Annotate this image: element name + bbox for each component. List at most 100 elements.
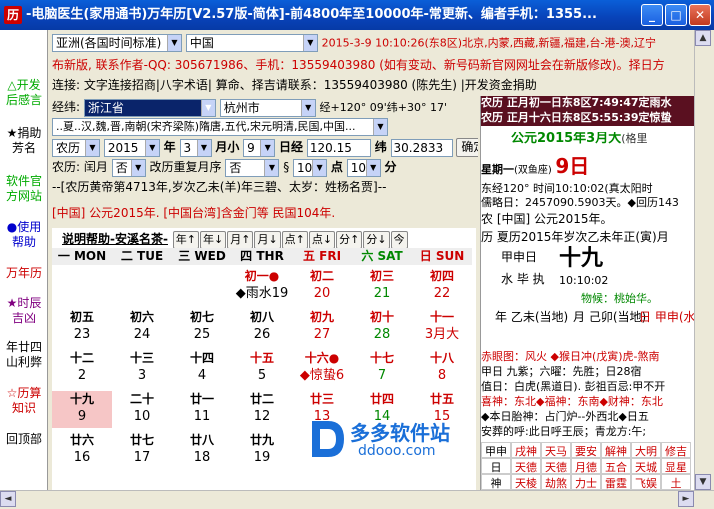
hour-select[interactable]: 10 ▼ <box>293 158 328 177</box>
calendar-day[interactable]: 初二 20 <box>292 268 352 305</box>
province-select[interactable]: 浙江省 ▼ <box>83 98 216 117</box>
day-select[interactable]: 9 ▼ <box>243 138 276 157</box>
calendar-day[interactable]: 廿八 18 <box>172 432 232 469</box>
weekday-header: 一 MON <box>52 248 112 265</box>
title-bar: 历 -电脑医生(家用通书)万年历[V2.57版-简体]-前4800年至10000… <box>0 0 714 30</box>
country-select[interactable]: 中国 ▼ <box>185 34 318 52</box>
contact-line[interactable]: 连接: 文字连接招商|八字术语| 算命、择吉请联系：13559403980 (陈… <box>52 76 692 92</box>
lunar-day: 初七 <box>189 310 214 324</box>
nav-24-mountains[interactable]: 年廿四山利弊 <box>2 340 46 370</box>
nav-donors[interactable]: ★捐助芳名 <box>2 126 46 156</box>
calendar-day[interactable]: 廿二 12 <box>232 391 292 428</box>
calendar-day[interactable]: 初三 21 <box>352 268 412 305</box>
julian-line: 儒略日：2457090.5903天。◆回历143 <box>481 196 679 209</box>
nav-btn-4[interactable]: 点↑ <box>281 230 308 248</box>
calendar-day[interactable]: 十八 8 <box>412 350 472 387</box>
calendar-day[interactable]: 十五 5 <box>232 350 292 387</box>
calendar-day[interactable]: 初十 28 <box>352 309 412 346</box>
nav-btn-3[interactable]: 月↓ <box>254 230 281 248</box>
longitude-input[interactable]: 120.15 <box>306 138 371 157</box>
current-time: 2015-3-9 10:10:26(东8区)北京,内蒙,西藏,新疆,福建,台-港… <box>321 36 656 50</box>
shensha-cell: 大明 <box>631 442 661 458</box>
calendar-day[interactable]: 十七 7 <box>352 350 412 387</box>
city-select[interactable]: 杭州市 ▼ <box>219 98 316 117</box>
nav-btn-7[interactable]: 分↓ <box>363 230 390 248</box>
maximize-button[interactable]: □ <box>665 4 687 26</box>
year-label: 年 <box>163 140 176 154</box>
calendar-day[interactable]: 初一● ◆雨水19 <box>232 268 292 305</box>
confirm-button[interactable]: 确定 <box>456 138 478 157</box>
chevron-down-icon: ▼ <box>312 159 327 176</box>
weekday-header: 三 WED <box>172 248 232 265</box>
calendar-day[interactable]: 十九 9 <box>52 391 112 428</box>
nav-top[interactable]: 回顶部 <box>2 432 46 447</box>
info-line-1: 赤眼图：风火 ◆猴日冲(戊寅)虎-煞南 <box>481 350 660 363</box>
nav-website[interactable]: 软件官方网站 <box>2 174 46 204</box>
calendar-day[interactable]: 廿九 19 <box>232 432 292 469</box>
calendar-day[interactable]: 初六 24 <box>112 309 172 346</box>
calendar-day[interactable]: 二十 10 <box>112 391 172 428</box>
solar-day: 25 <box>193 327 211 342</box>
calendar-day[interactable]: 廿七 17 <box>112 432 172 469</box>
scroll-up-icon[interactable]: ▲ <box>695 30 711 46</box>
calendar-day[interactable]: 初九 27 <box>292 309 352 346</box>
repeat-month-select[interactable]: 否 ▼ <box>225 158 280 177</box>
calendar-day[interactable]: 廿六 16 <box>52 432 112 469</box>
horizontal-scrollbar[interactable]: ◄ ► <box>0 490 714 507</box>
shensha-cell: 天棱 <box>511 474 541 490</box>
nav-btn-0[interactable]: 年↑ <box>172 230 200 248</box>
nav-hour-luck[interactable]: ★时辰吉凶 <box>2 296 46 326</box>
minute-select[interactable]: 10 ▼ <box>346 158 381 177</box>
calendar-day[interactable]: 廿一 11 <box>172 391 232 428</box>
nav-calendar[interactable]: 万年历 <box>2 266 46 281</box>
calendar-day[interactable]: 十三 3 <box>112 350 172 387</box>
info-line-3: 值日：白虎(黑道日). 彭祖百忌:甲不开 <box>481 380 666 393</box>
timezone-select[interactable]: 亚洲(各国时间标准) ▼ <box>52 34 182 52</box>
calendar-day[interactable]: 十一 3月大 <box>412 309 472 346</box>
dynasty-select[interactable]: ..夏..汉,魏,晋,南朝(宋齐梁陈)隋唐,五代,宋元明清,民国,中国... ▼ <box>52 118 388 136</box>
minimize-button[interactable]: _ <box>641 4 663 26</box>
lunar-day: 初十 <box>369 310 394 324</box>
timezone-row: 亚洲(各国时间标准) ▼ 中国 ▼ 2015-3-9 10:10:26(东8区)北京… <box>52 34 692 54</box>
nav-btn-1[interactable]: 年↓ <box>200 230 227 248</box>
calendar-day[interactable]: 十二 2 <box>52 350 112 387</box>
nav-help[interactable]: ●使用帮助 <box>2 220 46 250</box>
scroll-left-icon[interactable]: ◄ <box>0 491 16 507</box>
leap-label: 闰月 <box>83 160 108 174</box>
year-select[interactable]: 2015 ▼ <box>103 138 160 157</box>
calendar-day[interactable]: 十四 4 <box>172 350 232 387</box>
dongjing-line: 东经120° 时间10:10:02(真太阳时 <box>481 182 653 195</box>
nav-btn-5[interactable]: 点↓ <box>308 230 336 248</box>
solar-day: 19 <box>253 450 271 465</box>
vertical-scrollbar[interactable]: ▲ ▼ <box>694 30 712 496</box>
lunar-day: 初二 <box>309 269 334 283</box>
leap-select[interactable]: 否 ▼ <box>111 158 146 177</box>
month-select[interactable]: 3 ▼ <box>179 138 212 157</box>
nav-btn-2[interactable]: 月↑ <box>227 230 254 248</box>
calendar-type-select[interactable]: 农历 ▼ <box>52 138 100 157</box>
calendar-day[interactable]: 初四 22 <box>412 268 472 305</box>
solar-day: 3 <box>137 368 147 383</box>
app-window: 历 -电脑医生(家用通书)万年历[V2.57版-简体]-前4800年至10000… <box>0 0 714 509</box>
nav-after-dev[interactable]: △开发后感言 <box>2 78 46 108</box>
repeat-month-label: 改历重复月序 <box>149 160 222 174</box>
shensha-cell: 戌神 <box>511 442 541 458</box>
date-row: 农历 ▼ 2015 ▼ 年 3 ▼ 月小 9 ▼ 日经 120.15 纬 30.2833… <box>52 138 478 158</box>
nav-knowledge[interactable]: ☆历算知识 <box>2 386 46 416</box>
help-link[interactable]: 说明帮助-安溪名茶- <box>62 232 168 246</box>
latitude-input[interactable]: 30.2833 <box>390 138 453 157</box>
calendar-day[interactable]: 初七 25 <box>172 309 232 346</box>
ganzhi-line: --[农历黄帝第4713年,岁次乙未(羊)年三碧、太岁：姓杨名贾]-- <box>52 180 387 194</box>
jieqi-line-2: 农历 正月十六日东8区5:55:39定惊蛰 <box>481 111 694 126</box>
calendar-day[interactable]: 十六● ◆惊蛰6 <box>292 350 352 387</box>
calendar-day[interactable]: 初五 23 <box>52 309 112 346</box>
lunar-day: 廿二 <box>249 392 274 406</box>
lunar-day: 廿一 <box>189 392 214 406</box>
calendar-day[interactable]: 初八 26 <box>232 309 292 346</box>
close-button[interactable]: ✕ <box>689 4 711 26</box>
lunar-day-big: 十九 <box>559 246 604 271</box>
scroll-down-icon[interactable]: ▼ <box>695 474 711 490</box>
nav-btn-6[interactable]: 分↑ <box>336 230 363 248</box>
nav-btn-8[interactable]: 今 <box>390 230 408 248</box>
scroll-right-icon[interactable]: ► <box>678 491 694 507</box>
